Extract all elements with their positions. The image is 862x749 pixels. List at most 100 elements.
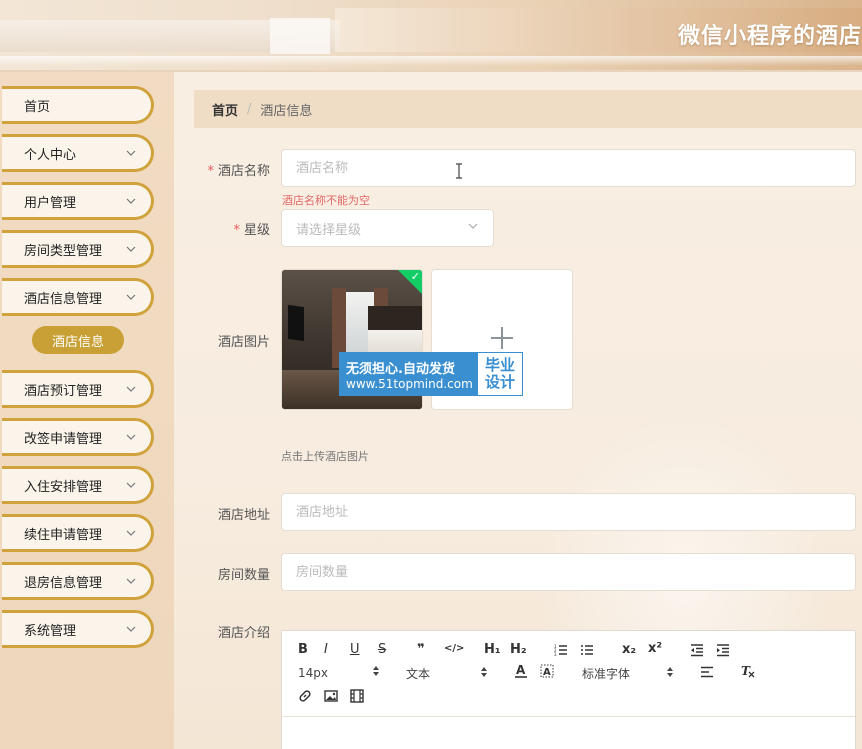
star-rating-placeholder: 请选择星级	[296, 222, 362, 238]
image-icon[interactable]	[324, 689, 338, 707]
room-count-label: 房间数量	[217, 568, 270, 583]
star-rating-select[interactable]: 请选择星级	[281, 209, 494, 247]
sidebar-item-label: 个人中心	[24, 147, 77, 163]
font-family-select[interactable]: 标准字体	[582, 665, 674, 682]
sidebar-item-checkout-management[interactable]: 退房信息管理	[2, 562, 154, 600]
chevron-down-icon	[125, 291, 137, 303]
watermark-badge-line1: 毕业	[484, 356, 515, 374]
code-block-button[interactable]: </>	[444, 643, 464, 654]
watermark-text: 无须担心.自动发货 www.51topmind.com	[340, 353, 478, 395]
sidebar-item-user-management[interactable]: 用户管理	[2, 182, 154, 220]
required-mark: *	[207, 164, 214, 179]
sidebar-item-label: 首页	[24, 99, 51, 115]
sort-arrows-icon	[480, 666, 488, 681]
svg-text:A: A	[516, 663, 526, 677]
sidebar-item-label: 入住安排管理	[24, 479, 103, 495]
sidebar-item-hotel-info-management[interactable]: 酒店信息管理	[2, 278, 154, 316]
strike-button[interactable]: S	[378, 642, 386, 657]
clear-format-icon[interactable]: T	[740, 664, 756, 682]
text-cursor-icon	[456, 163, 462, 179]
blockquote-button[interactable]: ❞	[417, 642, 425, 657]
svg-text:3: 3	[554, 652, 557, 657]
text-style-select[interactable]: 文本	[406, 665, 488, 682]
chevron-down-icon	[125, 479, 137, 491]
address-input[interactable]	[281, 493, 856, 531]
ordered-list-icon[interactable]: 123	[554, 643, 568, 661]
sidebar-item-personal-center[interactable]: 个人中心	[2, 134, 154, 172]
link-icon[interactable]	[298, 689, 312, 707]
sidebar: 首页 个人中心 用户管理 房间类型管理 酒店信息管理 酒店信息 酒店预订管理 改…	[0, 72, 174, 749]
font-family-value: 标准字体	[582, 667, 631, 681]
header-decoration	[270, 18, 330, 54]
sidebar-item-hotel-booking-management[interactable]: 酒店预订管理	[2, 370, 154, 408]
watermark-badge-line2: 设计	[484, 373, 515, 391]
breadcrumb: 首页 / 酒店信息	[194, 90, 862, 128]
heading1-button[interactable]: H₁	[484, 642, 501, 657]
watermark-badge: 毕业 设计	[478, 353, 522, 395]
address-label: 酒店地址	[217, 508, 270, 523]
sidebar-item-label: 酒店信息管理	[24, 291, 103, 307]
hotel-image-label: 酒店图片	[217, 335, 270, 350]
watermark-line1: 无须担心.自动发货	[346, 361, 455, 377]
plus-icon	[490, 326, 514, 354]
align-icon[interactable]	[700, 666, 714, 682]
intro-label: 酒店介绍	[217, 626, 270, 641]
chevron-down-icon	[125, 527, 137, 539]
sort-arrows-icon	[372, 665, 380, 680]
upload-hint: 点击上传酒店图片	[281, 450, 369, 463]
sidebar-item-label: 系统管理	[24, 623, 77, 639]
indent-icon[interactable]	[716, 643, 730, 661]
hotel-name-error: 酒店名称不能为空	[282, 194, 370, 207]
sidebar-subitem-hotel-info[interactable]: 酒店信息	[32, 326, 124, 354]
chevron-down-icon	[467, 220, 479, 236]
breadcrumb-separator: /	[247, 101, 252, 117]
required-mark: *	[233, 223, 240, 238]
chevron-down-icon	[125, 243, 137, 255]
watermark-banner: 无须担心.自动发货 www.51topmind.com 毕业 设计	[339, 352, 523, 396]
chevron-down-icon	[125, 623, 137, 635]
watermark-line2: www.51topmind.com	[346, 376, 473, 391]
sidebar-item-label: 房间类型管理	[24, 243, 103, 259]
hotel-name-input[interactable]	[281, 149, 856, 187]
chevron-down-icon	[125, 383, 137, 395]
font-size-select[interactable]: 14px	[298, 665, 380, 680]
sidebar-item-label: 续住申请管理	[24, 527, 103, 543]
header-shine	[0, 56, 862, 66]
bold-button[interactable]: B	[298, 642, 308, 657]
sort-arrows-icon	[666, 666, 674, 681]
breadcrumb-current: 酒店信息	[260, 103, 313, 119]
chevron-down-icon	[125, 147, 137, 159]
star-rating-label-text: 星级	[243, 223, 270, 238]
hotel-name-label-text: 酒店名称	[217, 164, 270, 179]
background-color-icon[interactable]: A	[540, 664, 554, 682]
superscript-button[interactable]: x²	[648, 641, 662, 656]
main-content: 首页 / 酒店信息 *酒店名称 酒店名称不能为空 *星级 请选择星级 酒店图片 …	[174, 72, 862, 749]
video-icon[interactable]	[350, 689, 364, 707]
heading2-button[interactable]: H₂	[510, 642, 527, 657]
svg-text:A: A	[543, 667, 551, 678]
sidebar-item-system-management[interactable]: 系统管理	[2, 610, 154, 648]
subscript-button[interactable]: x₂	[622, 642, 636, 657]
sidebar-item-checkin-management[interactable]: 入住安排管理	[2, 466, 154, 504]
rich-text-editor: B I U S ❞ </> H₁ H₂ 123 x₂ x² 14px 文本 A …	[281, 630, 856, 749]
sidebar-item-extension-management[interactable]: 续住申请管理	[2, 514, 154, 552]
underline-button[interactable]: U	[350, 642, 360, 657]
sidebar-item-home[interactable]: 首页	[2, 86, 154, 124]
editor-toolbar: B I U S ❞ </> H₁ H₂ 123 x₂ x² 14px 文本 A …	[282, 631, 855, 717]
sidebar-item-label: 酒店预订管理	[24, 383, 103, 399]
outdent-icon[interactable]	[690, 643, 704, 661]
chevron-down-icon	[125, 431, 137, 443]
room-count-input[interactable]	[281, 553, 856, 591]
breadcrumb-home[interactable]: 首页	[212, 100, 238, 119]
sidebar-item-room-type-management[interactable]: 房间类型管理	[2, 230, 154, 268]
italic-button[interactable]: I	[324, 642, 328, 657]
sidebar-item-rebooking-management[interactable]: 改签申请管理	[2, 418, 154, 456]
text-style-value: 文本	[406, 667, 431, 681]
sidebar-item-label: 退房信息管理	[24, 575, 103, 591]
editor-content-area[interactable]	[282, 717, 855, 749]
hotel-name-label: * 酒店名称	[174, 160, 270, 179]
font-color-icon[interactable]: A	[514, 663, 528, 683]
bullet-list-icon[interactable]	[580, 643, 594, 661]
chevron-down-icon	[125, 575, 137, 587]
font-size-value: 14px	[298, 665, 328, 680]
